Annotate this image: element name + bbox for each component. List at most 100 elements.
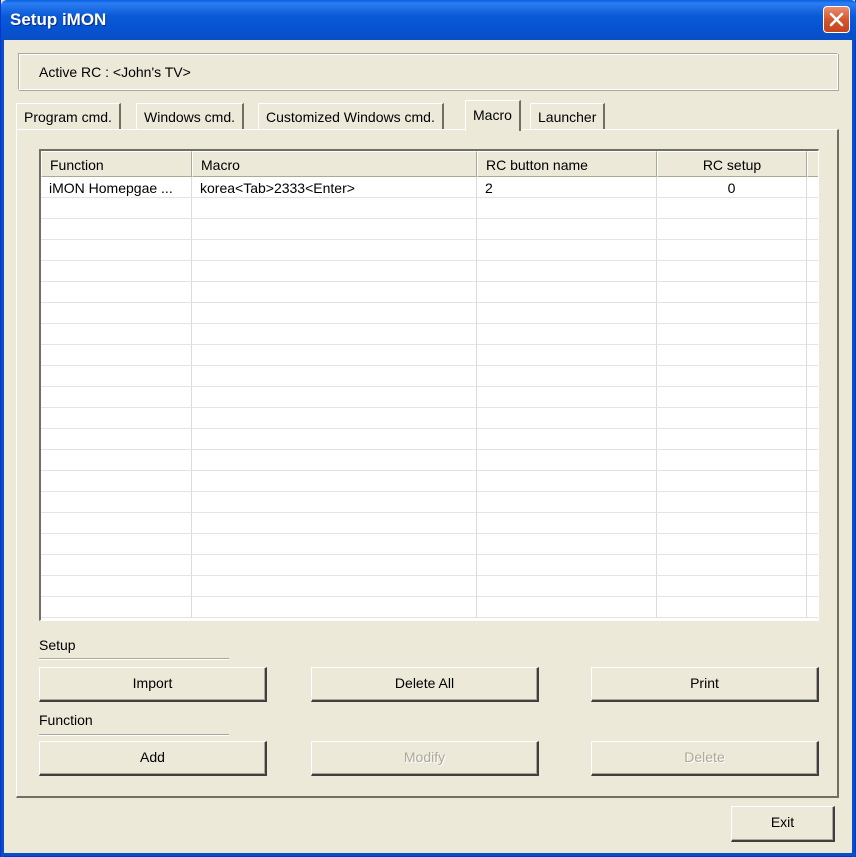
column-header-function[interactable]: Function bbox=[41, 151, 192, 177]
setup-group-divider bbox=[39, 658, 229, 660]
empty-cell bbox=[807, 471, 818, 492]
empty-cell bbox=[477, 387, 657, 408]
empty-cell bbox=[192, 555, 477, 576]
empty-cell bbox=[192, 429, 477, 450]
empty-row bbox=[41, 408, 818, 429]
active-rc-label: Active RC : <John's TV> bbox=[39, 64, 191, 80]
close-button[interactable] bbox=[823, 6, 850, 33]
empty-cell bbox=[41, 240, 192, 261]
empty-cell bbox=[41, 219, 192, 240]
empty-cell bbox=[657, 555, 807, 576]
empty-cell bbox=[41, 261, 192, 282]
active-rc-panel: Active RC : <John's TV> bbox=[18, 53, 838, 90]
empty-cell bbox=[807, 345, 818, 366]
empty-row bbox=[41, 303, 818, 324]
empty-cell bbox=[807, 408, 818, 429]
empty-row bbox=[41, 450, 818, 471]
empty-cell bbox=[657, 492, 807, 513]
empty-cell bbox=[41, 450, 192, 471]
empty-cell bbox=[192, 450, 477, 471]
modify-button[interactable]: Modify bbox=[311, 741, 539, 776]
setup-group-label: Setup bbox=[39, 637, 76, 653]
empty-cell bbox=[657, 303, 807, 324]
empty-cell bbox=[41, 408, 192, 429]
empty-cell bbox=[192, 387, 477, 408]
empty-row bbox=[41, 555, 818, 576]
empty-cell bbox=[807, 303, 818, 324]
empty-cell bbox=[41, 576, 192, 597]
empty-cell bbox=[41, 492, 192, 513]
window-title: Setup iMON bbox=[10, 10, 107, 29]
setup-imon-window: Setup iMON Active RC : <John's TV> Progr… bbox=[0, 0, 856, 857]
empty-row bbox=[41, 534, 818, 555]
empty-cell bbox=[807, 576, 818, 597]
window-frame-right bbox=[852, 40, 855, 857]
empty-row bbox=[41, 345, 818, 366]
tab-windows-cmd[interactable]: Windows cmd. bbox=[136, 103, 245, 129]
column-header-rc-button-name[interactable]: RC button name bbox=[477, 151, 657, 177]
import-button[interactable]: Import bbox=[39, 667, 267, 702]
cell-macro: korea<Tab>2333<Enter> bbox=[192, 177, 477, 198]
empty-cell bbox=[477, 219, 657, 240]
empty-cell bbox=[657, 345, 807, 366]
empty-cell bbox=[41, 303, 192, 324]
empty-cell bbox=[41, 429, 192, 450]
empty-cell bbox=[477, 198, 657, 219]
tab-customized-windows-cmd[interactable]: Customized Windows cmd. bbox=[258, 103, 444, 129]
empty-row bbox=[41, 324, 818, 345]
empty-cell bbox=[657, 240, 807, 261]
empty-cell bbox=[657, 219, 807, 240]
list-header: Function Macro RC button name RC setup bbox=[41, 151, 818, 177]
empty-cell bbox=[41, 324, 192, 345]
tab-launcher[interactable]: Launcher bbox=[530, 103, 606, 129]
add-button[interactable]: Add bbox=[39, 741, 267, 776]
delete-all-button[interactable]: Delete All bbox=[311, 667, 539, 702]
column-header-rc-setup[interactable]: RC setup bbox=[657, 151, 807, 177]
empty-cell bbox=[192, 576, 477, 597]
list-body: iMON Homepgae ... korea<Tab>2333<Enter> … bbox=[41, 177, 818, 618]
empty-cell bbox=[477, 576, 657, 597]
empty-cell bbox=[657, 597, 807, 618]
empty-row bbox=[41, 492, 818, 513]
exit-button[interactable]: Exit bbox=[731, 806, 835, 842]
tab-macro[interactable]: Macro bbox=[465, 100, 521, 131]
empty-cell bbox=[807, 387, 818, 408]
empty-cell bbox=[41, 513, 192, 534]
empty-cell bbox=[192, 471, 477, 492]
cell-rc-button-name: 2 bbox=[477, 177, 657, 198]
delete-button[interactable]: Delete bbox=[591, 741, 819, 776]
table-row[interactable]: iMON Homepgae ... korea<Tab>2333<Enter> … bbox=[41, 177, 818, 198]
empty-cell bbox=[477, 303, 657, 324]
empty-row bbox=[41, 429, 818, 450]
empty-cell bbox=[477, 492, 657, 513]
empty-cell bbox=[807, 240, 818, 261]
empty-cell bbox=[192, 345, 477, 366]
empty-cell bbox=[477, 261, 657, 282]
close-icon bbox=[829, 12, 844, 27]
empty-cell bbox=[807, 219, 818, 240]
empty-cell bbox=[477, 450, 657, 471]
empty-cell bbox=[41, 597, 192, 618]
empty-cell bbox=[192, 513, 477, 534]
empty-cell bbox=[192, 366, 477, 387]
empty-cell bbox=[657, 471, 807, 492]
print-button[interactable]: Print bbox=[591, 667, 819, 702]
cell-rc-setup: 0 bbox=[657, 177, 807, 198]
empty-cell bbox=[477, 555, 657, 576]
tab-program-cmd[interactable]: Program cmd. bbox=[16, 103, 121, 129]
empty-cell bbox=[807, 429, 818, 450]
cell-filler bbox=[807, 177, 818, 198]
empty-cell bbox=[657, 366, 807, 387]
column-header-macro[interactable]: Macro bbox=[192, 151, 477, 177]
empty-cell bbox=[657, 513, 807, 534]
empty-row bbox=[41, 513, 818, 534]
empty-cell bbox=[41, 366, 192, 387]
empty-cell bbox=[192, 261, 477, 282]
title-bar[interactable]: Setup iMON bbox=[1, 0, 856, 40]
empty-row bbox=[41, 387, 818, 408]
empty-cell bbox=[807, 492, 818, 513]
empty-cell bbox=[477, 471, 657, 492]
empty-cell bbox=[657, 534, 807, 555]
empty-cell bbox=[192, 282, 477, 303]
macro-list[interactable]: Function Macro RC button name RC setup i… bbox=[39, 149, 819, 621]
